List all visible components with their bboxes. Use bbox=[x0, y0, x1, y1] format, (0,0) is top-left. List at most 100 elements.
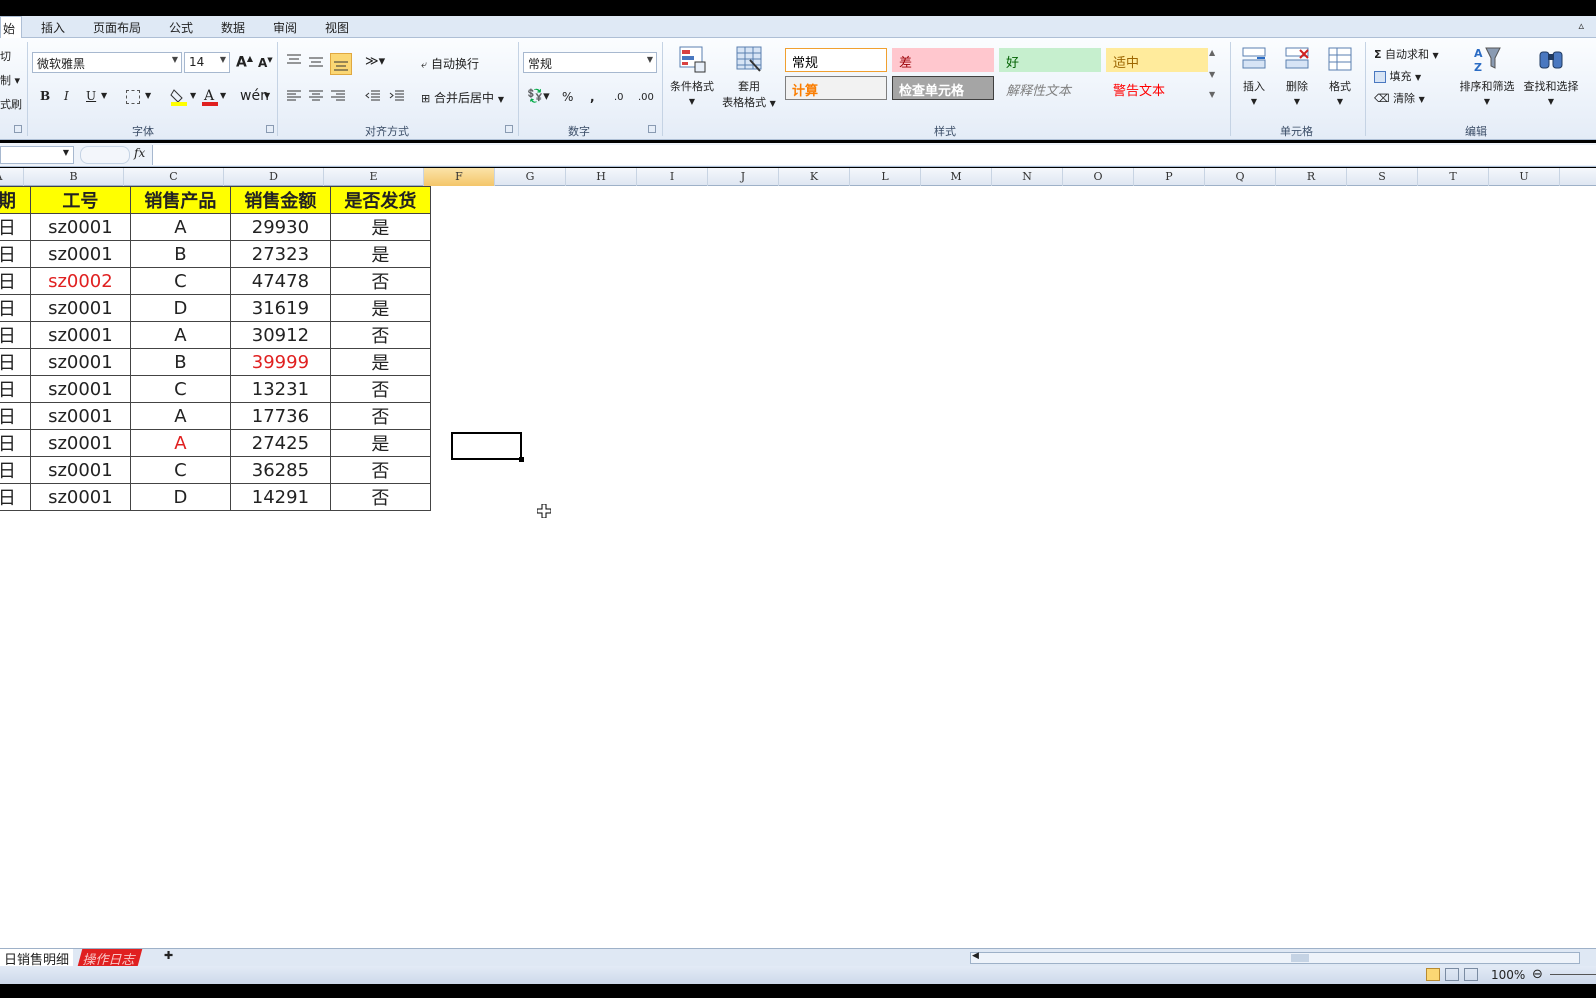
zoom-slider[interactable] bbox=[1550, 974, 1596, 975]
table-cell[interactable]: 27425 bbox=[229, 429, 331, 457]
cell-style-5[interactable]: 检查单元格 bbox=[892, 76, 994, 100]
align-bottom-icon[interactable] bbox=[330, 53, 352, 75]
table-cell[interactable]: 是 bbox=[329, 294, 431, 322]
fill-button[interactable]: 填充 ▼ bbox=[1374, 68, 1421, 84]
increase-indent-icon[interactable] bbox=[389, 90, 405, 105]
table-cell[interactable]: 19日 bbox=[0, 240, 31, 268]
column-header-o[interactable]: O bbox=[1063, 168, 1134, 186]
table-cell[interactable]: sz0001 bbox=[29, 321, 131, 349]
table-cell[interactable]: sz0001 bbox=[29, 348, 131, 376]
cell-style-6[interactable]: 解释性文本 bbox=[999, 76, 1101, 100]
format-painter-button[interactable]: 式刷 bbox=[0, 96, 22, 112]
cell-style-0[interactable]: 常规 bbox=[785, 48, 887, 72]
chevron-down-icon[interactable]: ▼ bbox=[220, 91, 226, 100]
table-cell[interactable]: 14291 bbox=[229, 483, 331, 511]
column-header-f[interactable]: F bbox=[424, 168, 495, 186]
decrease-decimal-button[interactable]: .00 bbox=[638, 92, 654, 103]
table-cell[interactable]: 是 bbox=[329, 240, 431, 268]
decrease-indent-icon[interactable] bbox=[365, 90, 381, 105]
table-cell[interactable]: D bbox=[129, 483, 231, 511]
table-cell[interactable]: 13231 bbox=[229, 375, 331, 403]
font-name-combo[interactable]: 微软雅黑 ▼ bbox=[32, 52, 182, 73]
table-cell[interactable]: A bbox=[129, 402, 231, 430]
column-header-s[interactable]: S bbox=[1347, 168, 1418, 186]
table-cell[interactable]: sz0001 bbox=[29, 375, 131, 403]
align-left-icon[interactable] bbox=[286, 90, 302, 105]
scroll-left-icon[interactable]: ◀ bbox=[972, 951, 979, 961]
column-header-c[interactable]: C bbox=[124, 168, 224, 186]
column-header-p[interactable]: P bbox=[1134, 168, 1205, 186]
worksheet[interactable]: ABCDEFGHIJKLMNOPQRSTU 期工号销售产品销售金额是否发货19日… bbox=[0, 168, 1596, 948]
table-cell[interactable]: sz0001 bbox=[29, 294, 131, 322]
table-cell[interactable]: C bbox=[129, 456, 231, 484]
table-cell[interactable]: 21日 bbox=[0, 456, 31, 484]
table-cell[interactable]: 20日 bbox=[0, 321, 31, 349]
chevron-down-icon[interactable]: ▼ bbox=[101, 91, 107, 100]
table-cell[interactable]: A bbox=[129, 321, 231, 349]
chevron-down-icon[interactable]: ▼ bbox=[264, 91, 270, 100]
table-cell[interactable]: sz0001 bbox=[29, 213, 131, 241]
number-launcher-icon[interactable] bbox=[648, 125, 656, 133]
table-cell[interactable]: 39999 bbox=[229, 348, 331, 376]
table-cell[interactable]: 21日 bbox=[0, 483, 31, 511]
column-header-b[interactable]: B bbox=[24, 168, 124, 186]
table-cell[interactable]: 20日 bbox=[0, 375, 31, 403]
cell-style-1[interactable]: 差 bbox=[892, 48, 994, 72]
table-cell[interactable]: A bbox=[129, 213, 231, 241]
table-header-cell[interactable]: 销售产品 bbox=[129, 186, 231, 214]
table-cell[interactable]: B bbox=[129, 240, 231, 268]
zoom-out-icon[interactable]: ⊖ bbox=[1532, 967, 1543, 982]
table-cell[interactable]: sz0001 bbox=[29, 402, 131, 430]
ribbon-collapse-icon[interactable]: ▵ bbox=[1578, 19, 1584, 32]
table-cell[interactable]: 36285 bbox=[229, 456, 331, 484]
orientation-icon[interactable]: ≫▾ bbox=[365, 54, 385, 69]
table-cell[interactable]: C bbox=[129, 375, 231, 403]
format-cells-button[interactable]: 格式 ▼ bbox=[1320, 44, 1360, 107]
table-cell[interactable]: 19日 bbox=[0, 267, 31, 295]
column-header-k[interactable]: K bbox=[779, 168, 850, 186]
table-cell[interactable]: 47478 bbox=[229, 267, 331, 295]
gallery-up-icon[interactable]: ▲ bbox=[1209, 48, 1215, 57]
tab-page-layout[interactable]: 页面布局 bbox=[93, 19, 141, 36]
name-box[interactable]: ▼ bbox=[0, 146, 74, 164]
column-header-q[interactable]: Q bbox=[1205, 168, 1276, 186]
column-header-d[interactable]: D bbox=[224, 168, 324, 186]
clipboard-launcher-icon[interactable] bbox=[14, 125, 22, 133]
column-header-t[interactable]: T bbox=[1418, 168, 1489, 186]
table-cell[interactable]: 17736 bbox=[229, 402, 331, 430]
page-break-view-icon[interactable] bbox=[1464, 968, 1478, 981]
conditional-format-button[interactable]: 条件格式 ▼ bbox=[666, 44, 718, 107]
table-cell[interactable]: 否 bbox=[329, 402, 431, 430]
cut-button[interactable]: 切 bbox=[0, 48, 11, 64]
table-cell[interactable]: 31619 bbox=[229, 294, 331, 322]
border-icon[interactable] bbox=[126, 90, 140, 104]
column-header-g[interactable]: G bbox=[495, 168, 566, 186]
comma-button[interactable]: , bbox=[590, 90, 595, 104]
table-cell[interactable]: 否 bbox=[329, 483, 431, 511]
tab-data[interactable]: 数据 bbox=[221, 19, 245, 36]
sheet-tab-daily-sales[interactable]: 日销售明细 bbox=[0, 949, 74, 968]
increase-decimal-button[interactable]: .0 bbox=[614, 92, 624, 103]
currency-icon[interactable]: 💱▾ bbox=[527, 89, 550, 104]
bold-button[interactable]: B bbox=[40, 89, 50, 103]
column-header-n[interactable]: N bbox=[992, 168, 1063, 186]
table-cell[interactable]: C bbox=[129, 267, 231, 295]
page-layout-view-icon[interactable] bbox=[1445, 968, 1459, 981]
table-cell[interactable]: D bbox=[129, 294, 231, 322]
cell-style-3[interactable]: 适中 bbox=[1106, 48, 1208, 72]
fill-color-icon[interactable] bbox=[170, 88, 188, 106]
number-format-combo[interactable]: 常规 ▼ bbox=[523, 52, 657, 73]
table-cell[interactable]: sz0001 bbox=[29, 429, 131, 457]
cell-style-2[interactable]: 好 bbox=[999, 48, 1101, 72]
table-cell[interactable]: 否 bbox=[329, 321, 431, 349]
find-select-button[interactable]: 查找和选择 ▼ bbox=[1519, 44, 1583, 107]
horizontal-scrollbar[interactable] bbox=[970, 952, 1580, 964]
cell-style-7[interactable]: 警告文本 bbox=[1106, 76, 1208, 100]
font-size-combo[interactable]: 14 ▼ bbox=[184, 52, 230, 73]
table-cell[interactable]: 是 bbox=[329, 348, 431, 376]
tab-home[interactable]: 始 bbox=[0, 16, 23, 39]
table-cell[interactable]: 30912 bbox=[229, 321, 331, 349]
table-cell[interactable]: sz0002 bbox=[29, 267, 131, 295]
table-cell[interactable]: 19日 bbox=[0, 294, 31, 322]
shrink-font-button[interactable]: A▼ bbox=[258, 56, 273, 70]
